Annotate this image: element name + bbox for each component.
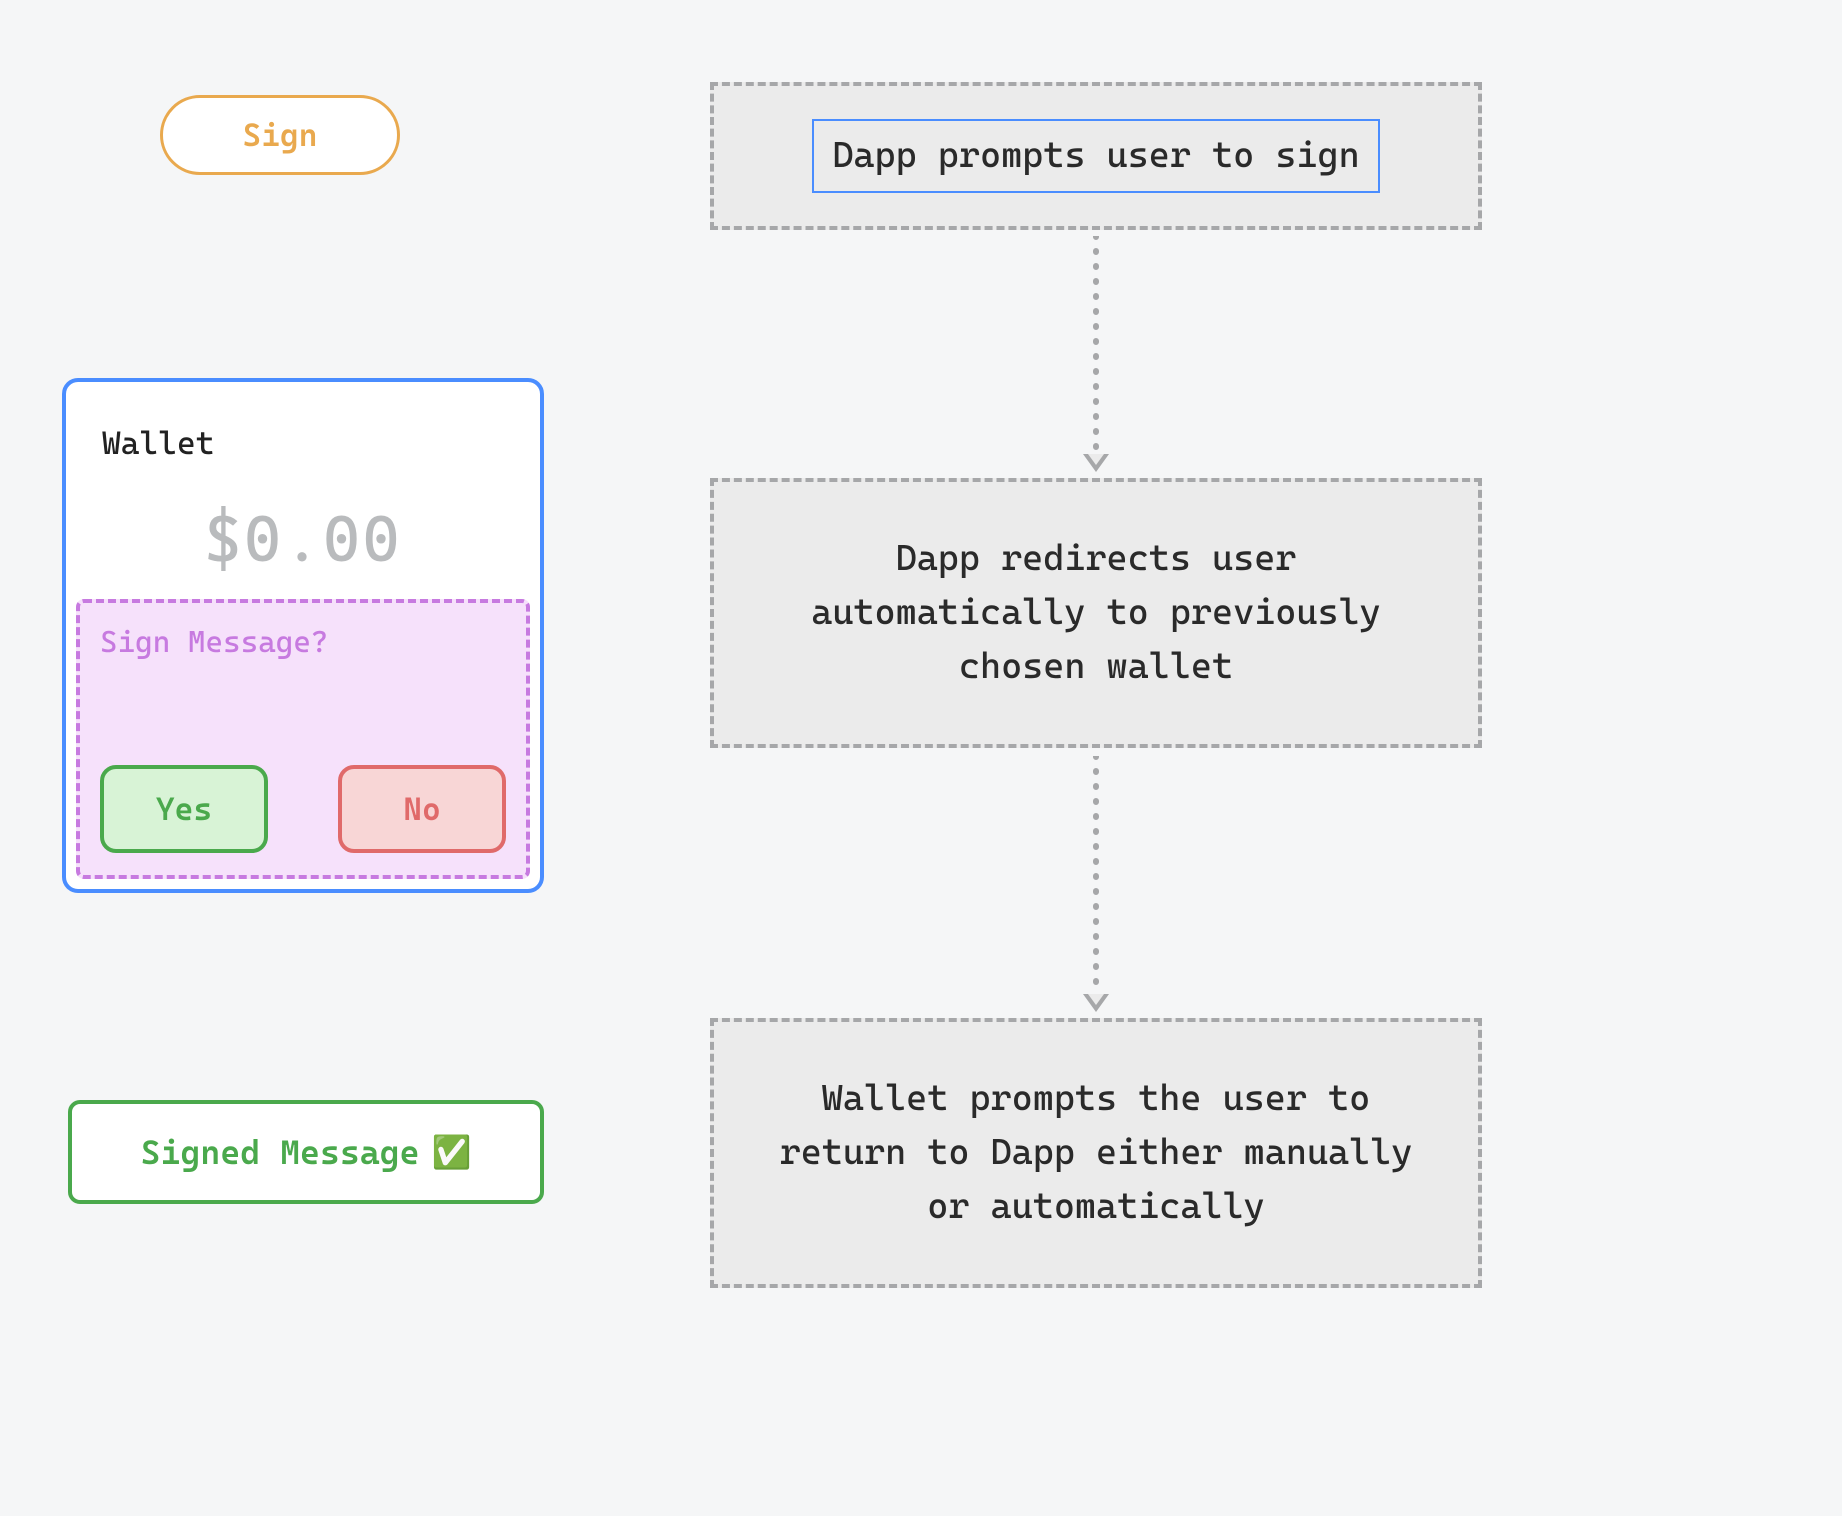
flow-step-1: Dapp prompts user to sign [710,82,1482,230]
flow-step-2-text: Dapp redirects user automatically to pre… [754,532,1438,694]
checkmark-icon: ✅ [432,1133,472,1171]
flow-arrow-2 [1089,756,1103,1012]
arrow-head-icon [1083,994,1109,1012]
yes-button-label: Yes [156,790,212,828]
no-button[interactable]: No [338,765,506,853]
arrow-line-icon [1089,236,1103,456]
wallet-balance: $0.00 [66,502,540,576]
flow-step-3: Wallet prompts the user to return to Dap… [710,1018,1482,1288]
yes-button[interactable]: Yes [100,765,268,853]
sign-message-panel: Sign Message? Yes No [76,599,530,879]
flow-step-2: Dapp redirects user automatically to pre… [710,478,1482,748]
sign-button-label: Sign [243,116,318,154]
sign-button[interactable]: Sign [160,95,400,175]
arrow-line-icon [1089,756,1103,996]
signed-message-box: Signed Message ✅ [68,1100,544,1204]
arrow-head-icon [1083,454,1109,472]
wallet-title: Wallet [102,424,215,462]
flow-step-3-text: Wallet prompts the user to return to Dap… [754,1072,1438,1234]
flow-step-1-text: Dapp prompts user to sign [812,119,1379,193]
sign-button-row: Yes No [100,765,506,853]
sign-message-prompt: Sign Message? [100,625,506,660]
no-button-label: No [403,790,441,828]
wallet-card: Wallet $0.00 Sign Message? Yes No [62,378,544,893]
flow-arrow-1 [1089,236,1103,472]
signed-message-label: Signed Message [141,1132,420,1172]
